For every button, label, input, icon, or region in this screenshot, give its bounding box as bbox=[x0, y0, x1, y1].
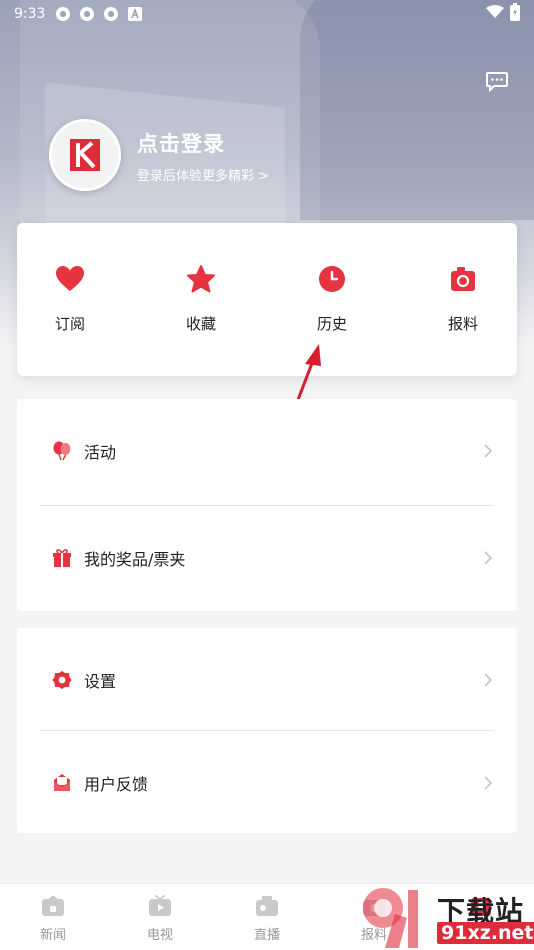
nav-tab-tv[interactable]: 电视 bbox=[130, 894, 190, 943]
login-title[interactable]: 点击登录 bbox=[137, 128, 225, 158]
menu-item-label: 用户反馈 bbox=[84, 775, 149, 794]
header-decor-shape bbox=[300, 0, 534, 220]
chevron-right-icon bbox=[484, 673, 493, 687]
status-time: 9:33 bbox=[14, 6, 46, 22]
nav-tab-news[interactable]: 新闻 bbox=[23, 894, 83, 943]
quick-action-report[interactable]: 报料 bbox=[423, 263, 503, 343]
live-camera-icon bbox=[254, 894, 280, 918]
chevron-right-icon bbox=[484, 444, 493, 458]
status-bar: 9:33 bbox=[0, 0, 534, 28]
quick-action-label: 收藏 bbox=[185, 315, 216, 333]
nav-tab-label: 电视 bbox=[146, 928, 173, 943]
menu-group-settings: 设置 用户反馈 bbox=[17, 628, 517, 833]
gift-icon bbox=[52, 548, 72, 568]
clock-icon bbox=[316, 263, 348, 295]
login-subtitle[interactable]: 登录后体验更多精彩 > bbox=[137, 165, 269, 184]
k-logo-icon bbox=[70, 139, 100, 171]
menu-item-activities[interactable]: 活动 bbox=[17, 399, 517, 503]
watermark: 下载站 91xz.net bbox=[355, 882, 534, 950]
nav-tab-live[interactable]: 直播 bbox=[237, 894, 297, 943]
app-notification-icon bbox=[103, 6, 119, 22]
watermark-url: 91xz.net bbox=[437, 922, 534, 944]
quick-action-favorites[interactable]: 收藏 bbox=[161, 263, 241, 343]
quick-actions-card: 订阅 收藏 历史 报料 bbox=[17, 223, 517, 376]
star-icon bbox=[185, 263, 217, 295]
heart-icon bbox=[54, 263, 86, 295]
wifi-icon bbox=[486, 5, 504, 23]
chevron-right-icon bbox=[484, 551, 493, 565]
app-notification-icon bbox=[79, 6, 95, 22]
quick-action-label: 历史 bbox=[316, 315, 347, 333]
chevron-right-icon bbox=[484, 776, 493, 790]
menu-item-label: 活动 bbox=[84, 443, 117, 462]
quick-action-subscribe[interactable]: 订阅 bbox=[30, 263, 110, 343]
tv-icon bbox=[147, 894, 173, 918]
balloon-icon bbox=[52, 441, 72, 461]
gear-icon bbox=[52, 670, 72, 690]
battery-icon bbox=[510, 3, 520, 25]
chat-bubble-icon[interactable] bbox=[486, 72, 508, 93]
quick-action-label: 报料 bbox=[447, 315, 478, 333]
menu-item-label: 我的奖品/票夹 bbox=[84, 550, 186, 569]
menu-item-label: 设置 bbox=[84, 672, 117, 691]
app-notification-icon bbox=[55, 6, 71, 22]
avatar[interactable] bbox=[49, 119, 121, 191]
menu-item-settings[interactable]: 设置 bbox=[17, 628, 517, 732]
nav-tab-label: 直播 bbox=[253, 928, 280, 943]
a-notification-icon bbox=[127, 6, 143, 22]
menu-item-feedback[interactable]: 用户反馈 bbox=[17, 731, 517, 835]
quick-action-history[interactable]: 历史 bbox=[292, 263, 372, 343]
news-home-icon bbox=[40, 894, 66, 918]
camera-icon bbox=[447, 263, 479, 295]
feedback-mail-icon bbox=[52, 773, 72, 793]
nav-tab-label: 新闻 bbox=[39, 928, 66, 943]
menu-group-activities: 活动 我的奖品/票夹 bbox=[17, 399, 517, 611]
watermark-logo-icon bbox=[363, 888, 418, 948]
quick-action-label: 订阅 bbox=[54, 315, 85, 333]
menu-item-prizes[interactable]: 我的奖品/票夹 bbox=[17, 506, 517, 610]
